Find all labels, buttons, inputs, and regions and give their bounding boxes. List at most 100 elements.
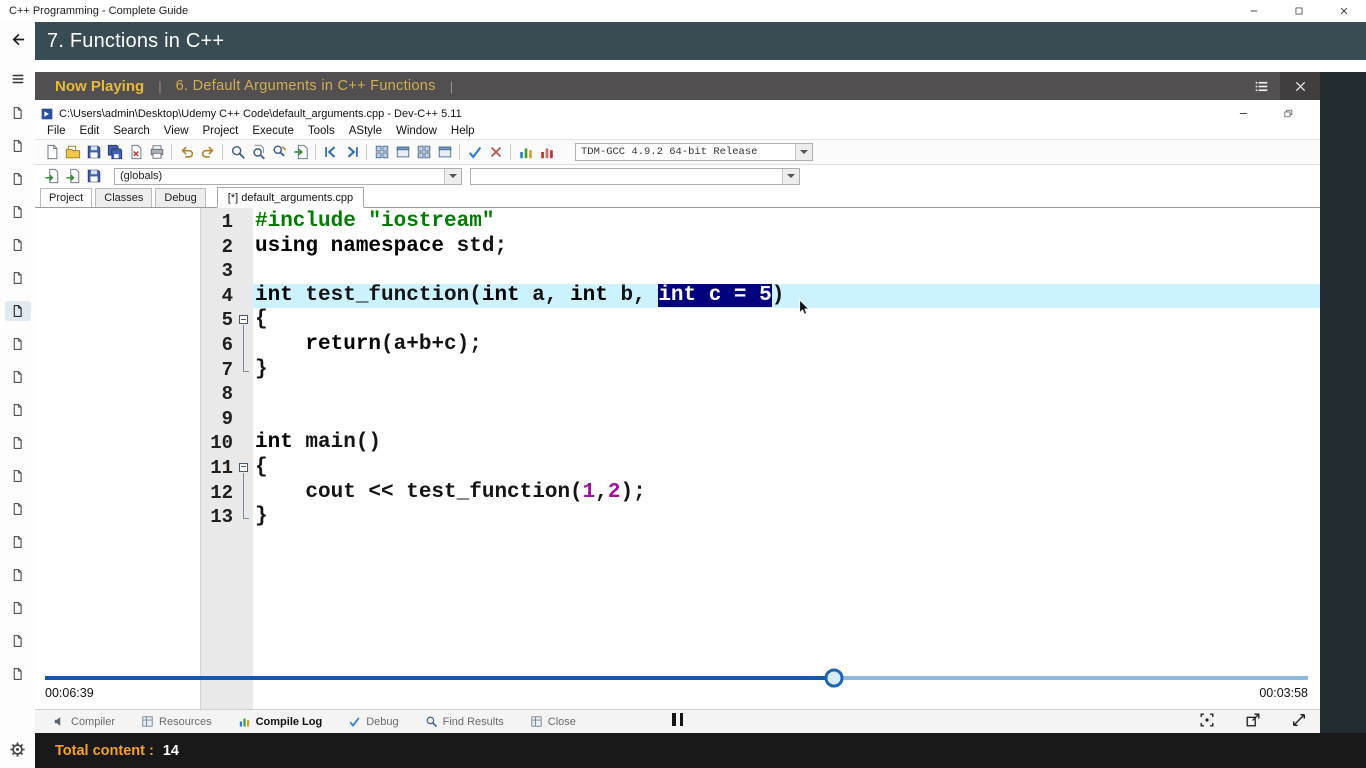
pause-button[interactable] bbox=[664, 709, 692, 729]
lesson-item[interactable] bbox=[5, 433, 31, 453]
lesson-item[interactable] bbox=[5, 367, 31, 387]
globals-select[interactable]: (globals) bbox=[114, 168, 462, 185]
lesson-item[interactable] bbox=[5, 466, 31, 486]
report-tab-label: Compile Log bbox=[256, 716, 323, 728]
delete-profiling-icon[interactable] bbox=[536, 142, 557, 162]
menu-search[interactable]: Search bbox=[106, 125, 156, 137]
lesson-item[interactable] bbox=[5, 103, 31, 123]
print-icon[interactable] bbox=[146, 142, 167, 162]
goto-declaration-icon[interactable] bbox=[62, 166, 83, 186]
run-icon[interactable] bbox=[392, 142, 413, 162]
panel-tab-classes[interactable]: Classes bbox=[95, 188, 152, 207]
menu-execute[interactable]: Execute bbox=[245, 125, 301, 137]
devcpp-restore-icon[interactable] bbox=[1283, 108, 1294, 119]
fullscreen-icon[interactable] bbox=[1288, 710, 1310, 730]
video-progress-bar[interactable] bbox=[45, 676, 1308, 680]
close-player-button[interactable] bbox=[1280, 72, 1320, 100]
lesson-item[interactable] bbox=[5, 334, 31, 354]
document-icon bbox=[11, 303, 24, 319]
lesson-item[interactable] bbox=[5, 136, 31, 156]
fold-marker[interactable] bbox=[237, 456, 253, 481]
code-line bbox=[253, 259, 1320, 284]
lesson-item[interactable] bbox=[5, 301, 31, 321]
separator: | bbox=[158, 79, 161, 94]
collapse-icon[interactable] bbox=[239, 315, 248, 324]
back-button[interactable] bbox=[0, 24, 35, 54]
queue-button[interactable] bbox=[1242, 72, 1280, 100]
goto-implementation-icon[interactable] bbox=[41, 166, 62, 186]
menu-help[interactable]: Help bbox=[444, 125, 482, 137]
profile-icon[interactable] bbox=[515, 142, 536, 162]
lesson-item[interactable] bbox=[5, 202, 31, 222]
menu-file[interactable]: File bbox=[40, 125, 73, 137]
report-tab-debug[interactable]: Debug bbox=[348, 715, 398, 728]
lesson-item[interactable] bbox=[5, 268, 31, 288]
members-select[interactable] bbox=[470, 168, 800, 185]
save-all-icon[interactable] bbox=[104, 142, 125, 162]
now-playing-episode-title: 6. Default Arguments in C++ Functions bbox=[176, 78, 436, 94]
menu-astyle[interactable]: AStyle bbox=[342, 125, 389, 137]
rebuild-icon[interactable] bbox=[434, 142, 455, 162]
menu-window[interactable]: Window bbox=[389, 125, 444, 137]
settings-button[interactable] bbox=[0, 734, 35, 764]
close-file-icon[interactable] bbox=[125, 142, 146, 162]
report-tab-find-results[interactable]: Find Results bbox=[425, 715, 504, 728]
report-tab-compile-log[interactable]: Compile Log bbox=[238, 715, 323, 728]
panel-tab-debug[interactable]: Debug bbox=[155, 188, 205, 207]
abort-icon[interactable] bbox=[485, 142, 506, 162]
report-tab-compiler[interactable]: Compiler bbox=[53, 715, 115, 728]
popout-icon[interactable] bbox=[1242, 710, 1264, 730]
window-close-button[interactable] bbox=[1321, 0, 1366, 22]
report-tab-resources[interactable]: Resources bbox=[141, 715, 212, 728]
replace-icon[interactable] bbox=[269, 142, 290, 162]
compiler-profile-select[interactable]: TDM-GCC 4.9.2 64-bit Release bbox=[575, 143, 813, 161]
new-file-icon[interactable] bbox=[41, 142, 62, 162]
editor-tab[interactable]: [*] default_arguments.cpp bbox=[217, 187, 364, 208]
menu-edit[interactable]: Edit bbox=[73, 125, 107, 137]
redo-icon[interactable] bbox=[197, 142, 218, 162]
syntax-check-icon[interactable] bbox=[464, 142, 485, 162]
devcpp-minimize-icon[interactable] bbox=[1238, 108, 1249, 119]
lesson-item[interactable] bbox=[5, 598, 31, 618]
report-tab-close[interactable]: Close bbox=[530, 715, 576, 728]
progress-scrubber[interactable] bbox=[825, 669, 844, 688]
open-file-icon[interactable] bbox=[62, 142, 83, 162]
fold-marker[interactable] bbox=[237, 308, 253, 333]
lesson-item[interactable] bbox=[5, 169, 31, 189]
lesson-item[interactable] bbox=[5, 565, 31, 585]
toolbar-separator bbox=[366, 144, 367, 160]
window-maximize-button[interactable] bbox=[1276, 0, 1321, 22]
lesson-item[interactable] bbox=[5, 400, 31, 420]
compile-icon[interactable] bbox=[371, 142, 392, 162]
video-player[interactable]: C:\Users\admin\Desktop\Udemy C++ Code\de… bbox=[35, 100, 1320, 733]
window-minimize-button[interactable] bbox=[1231, 0, 1276, 22]
code-line bbox=[253, 382, 1320, 407]
compile-run-icon[interactable] bbox=[413, 142, 434, 162]
lesson-item[interactable] bbox=[5, 499, 31, 519]
lesson-item[interactable] bbox=[5, 631, 31, 651]
project-panel[interactable] bbox=[35, 208, 201, 709]
menu-tools[interactable]: Tools bbox=[301, 125, 342, 137]
undo-icon[interactable] bbox=[176, 142, 197, 162]
fold-space bbox=[237, 259, 253, 284]
back-nav-icon[interactable] bbox=[320, 142, 341, 162]
menu-project[interactable]: Project bbox=[196, 125, 246, 137]
find-icon[interactable] bbox=[227, 142, 248, 162]
save-icon[interactable] bbox=[83, 142, 104, 162]
collapse-icon[interactable] bbox=[239, 463, 248, 472]
theater-mode-icon[interactable] bbox=[1196, 710, 1218, 730]
line-number: 13 bbox=[201, 505, 233, 530]
class-browser-icon[interactable] bbox=[83, 166, 104, 186]
find-in-files-icon[interactable] bbox=[248, 142, 269, 162]
lesson-item[interactable] bbox=[5, 235, 31, 255]
forward-nav-icon[interactable] bbox=[341, 142, 362, 162]
panel-tab-project[interactable]: Project bbox=[40, 188, 92, 207]
lesson-item[interactable] bbox=[5, 664, 31, 684]
menu-button[interactable] bbox=[0, 64, 35, 94]
menu-view[interactable]: View bbox=[157, 125, 196, 137]
goto-line-icon[interactable] bbox=[290, 142, 311, 162]
code-editor[interactable]: #include "iostream"using namespace std;i… bbox=[253, 208, 1320, 709]
lesson-item[interactable] bbox=[5, 532, 31, 552]
document-icon bbox=[11, 336, 24, 352]
fold-marker bbox=[237, 358, 253, 383]
